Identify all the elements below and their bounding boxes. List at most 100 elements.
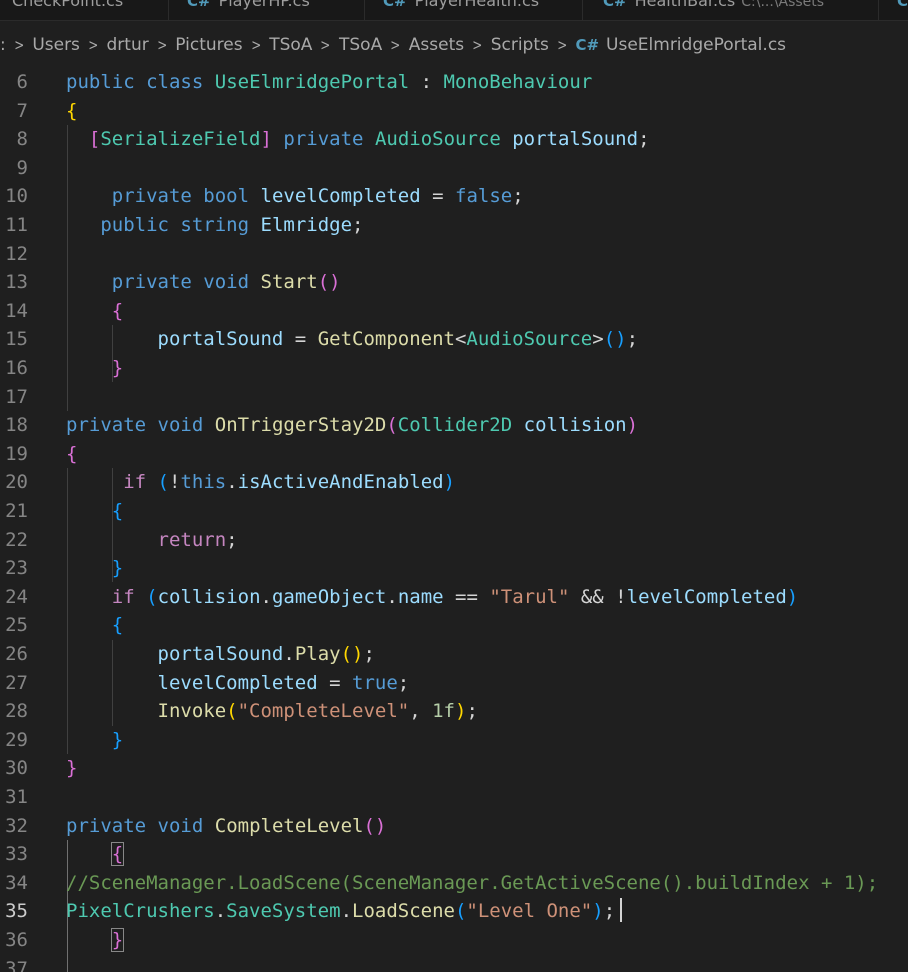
breadcrumb-item-file[interactable]: UseElmridgePortal.cs [606,35,786,55]
tab-healthbar[interactable]: C# HealthBar.cs C:\...\Assets [583,0,879,20]
breadcrumb-item-tsoa[interactable]: TSoA [269,35,312,55]
code-token: } [66,757,78,780]
code-token: private [111,271,192,294]
code-token: ) [626,414,639,437]
code-line[interactable]: if (collision.gameObject.name == "Tarul"… [66,583,798,612]
code-token: if [123,471,147,494]
code-token: = [283,328,318,351]
code-token: ; [226,528,238,551]
code-line[interactable]: private void CompleteLevel() [66,812,386,841]
tab-label: PlayerHealth.cs [414,0,540,10]
line-number: 17 [5,385,28,408]
line-number: 32 [5,814,28,837]
code-token: { [110,842,125,867]
code-token: { [111,500,124,522]
code-token: ; [626,328,639,351]
line-number: 20 [5,471,28,494]
code-line[interactable]: public string Elmridge; [66,211,363,240]
code-editor[interactable]: 6 7 8 9 10 11 12 13 14 15 16 17 18 19 20 21 22 23 24 25 26 27… [0,68,908,972]
code-line[interactable]: public class UseElmridgePortal : MonoBeh… [66,68,592,97]
line-number: 19 [5,442,28,465]
code-token: AudioSource [466,328,593,351]
breadcrumb-item-scripts[interactable]: Scripts [491,35,549,55]
breadcrumb-item-drtur[interactable]: drtur [107,35,149,55]
code-token: ! [169,471,181,494]
code-token: AudioSource [374,128,501,151]
code-token: void [157,814,204,837]
code-token: ) [443,471,456,494]
code-line[interactable]: { [66,840,125,869]
code-line[interactable]: } [66,926,125,955]
tab-playerhealth[interactable]: C# PlayerHealth.cs [365,0,583,20]
line-number: 6 [16,71,28,93]
line-number: 35 [5,900,28,923]
breadcrumb-item-root[interactable]: : [0,35,6,55]
code-token: > [592,328,604,351]
breadcrumb-item-tsoa-inner[interactable]: TSoA [339,35,382,55]
breadcrumb-item-users[interactable]: Users [32,35,80,55]
code-token: } [111,728,124,751]
code-token: private [66,814,147,837]
code-line[interactable]: } [66,554,123,583]
tab-checkpoint[interactable]: CheckPoint.cs [0,0,169,20]
code-token: . [386,585,398,608]
code-line[interactable]: if (!this.isActiveAndEnabled) [66,468,455,497]
code-token: ; [363,643,375,665]
code-line[interactable]: private bool levelCompleted = false; [66,182,524,211]
code-line[interactable]: { [66,497,123,526]
code-line[interactable]: //SceneManager.LoadScene(SceneManager.Ge… [66,869,878,898]
code-token: ; [352,214,364,236]
code-line[interactable]: [SerializeField] private AudioSource por… [66,125,650,154]
code-line[interactable]: } [66,726,123,755]
code-line[interactable]: Invoke("CompleteLevel", 1f); [66,697,478,726]
code-line[interactable]: { [66,297,123,326]
code-line[interactable]: return; [66,526,238,555]
code-line[interactable]: PixelCrushers.SaveSystem.LoadScene("Leve… [66,897,615,926]
tab-active-overflow[interactable]: C# [879,0,908,20]
tab-playerhp[interactable]: C# PlayerHP.cs [169,0,365,20]
code-line[interactable]: { [66,611,123,640]
code-token: () [363,814,387,837]
code-token: ( [146,585,158,608]
tab-label: HealthBar.cs [634,0,736,10]
code-token: ) [786,585,799,608]
line-number: 24 [5,585,28,608]
code-token: ( [226,700,238,723]
code-token: private [111,185,192,208]
line-number: 25 [5,614,28,637]
code-line[interactable]: portalSound.Play(); [66,640,375,669]
code-line[interactable]: { [66,97,77,126]
code-token: "CompleteLevel" [237,700,410,723]
code-token: "Tarul" [489,585,570,608]
code-line[interactable]: private void Start() [66,268,341,297]
code-line[interactable]: portalSound = GetComponent<AudioSource>(… [66,325,639,354]
breadcrumb-item-assets[interactable]: Assets [409,35,464,55]
code-line[interactable]: private void OnTriggerStay2D(Collider2D … [66,411,638,440]
code-token: Invoke [157,700,227,723]
code-line[interactable]: levelCompleted = true; [66,669,410,698]
line-number: 30 [5,757,28,780]
breadcrumb-item-pictures[interactable]: Pictures [175,35,242,55]
code-line[interactable]: } [66,354,123,383]
csharp-file-icon: C# [187,0,211,10]
code-token: ; [603,900,616,923]
code-line[interactable]: } [66,754,77,783]
code-token: < [454,328,467,351]
code-token: ( [157,471,169,494]
code-area[interactable]: public class UseElmridgePortal : MonoBeh… [66,68,908,972]
line-number-gutter: 6 7 8 9 10 11 12 13 14 15 16 17 18 19 20 21 22 23 24 25 26 27… [0,68,46,972]
code-token: . [226,471,238,494]
code-line[interactable]: { [66,440,77,469]
